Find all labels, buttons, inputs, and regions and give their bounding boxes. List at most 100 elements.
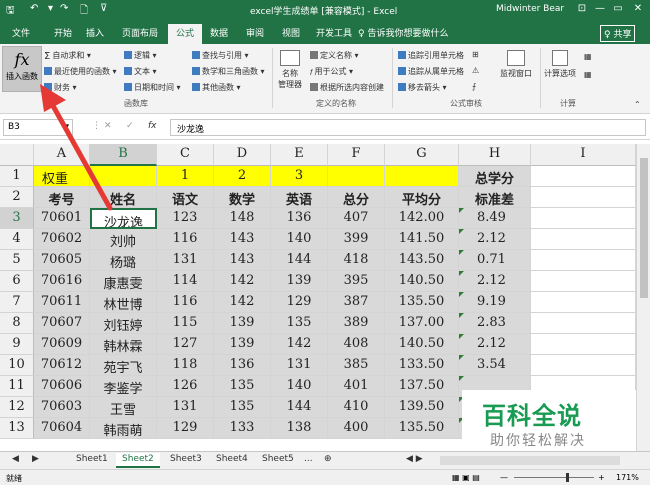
sheet-tab-sheet1[interactable]: Sheet1 <box>70 453 114 468</box>
cell-g12[interactable]: 139.50 <box>385 397 459 418</box>
row-header-6[interactable]: 6 <box>0 271 34 292</box>
remove-arrows-button[interactable]: 移去箭头 ▾ <box>398 82 447 93</box>
cell-h1[interactable]: 总学分 <box>459 166 531 187</box>
cell-e4[interactable]: 140 <box>271 229 328 250</box>
cell-a10[interactable]: 70612 <box>34 355 90 376</box>
cell-g6[interactable]: 140.50 <box>385 271 459 292</box>
cell-f4[interactable]: 399 <box>328 229 385 250</box>
cell-c3[interactable]: 123 <box>157 208 214 229</box>
horizontal-scroll-arrows[interactable]: ◀ ▶ <box>400 453 429 468</box>
cell-c11[interactable]: 126 <box>157 376 214 397</box>
cell-h8[interactable]: 2.83 <box>459 313 531 334</box>
show-formulas-icon[interactable]: ⊞ <box>472 50 479 59</box>
ribbon-display-options-icon[interactable]: ⊡ <box>572 3 592 14</box>
cell-a2[interactable]: 考号 <box>34 187 90 208</box>
cell-g8[interactable]: 137.00 <box>385 313 459 334</box>
cell-a5[interactable]: 70605 <box>34 250 90 271</box>
cell-c2[interactable]: 语文 <box>157 187 214 208</box>
cell-i1[interactable] <box>531 166 636 187</box>
cell-e5[interactable]: 144 <box>271 250 328 271</box>
cell-g3[interactable]: 142.00 <box>385 208 459 229</box>
cell-c12[interactable]: 131 <box>157 397 214 418</box>
cell-e8[interactable]: 135 <box>271 313 328 334</box>
share-button[interactable]: ♀ 共享 <box>600 25 636 42</box>
cell-a13[interactable]: 70604 <box>34 418 90 439</box>
lookup-button[interactable]: 查找与引用 ▾ <box>192 50 249 61</box>
tab-view[interactable]: 视图 <box>282 26 300 39</box>
cell-a11[interactable]: 70606 <box>34 376 90 397</box>
tab-review[interactable]: 审阅 <box>246 26 264 39</box>
cell-g11[interactable]: 137.50 <box>385 376 459 397</box>
zoom-out-button[interactable]: — <box>500 473 508 482</box>
select-all-corner[interactable] <box>0 144 34 166</box>
tab-insert[interactable]: 插入 <box>86 26 104 39</box>
view-buttons[interactable]: ▦ ▣ ▤ <box>452 473 480 482</box>
cell-e10[interactable]: 131 <box>271 355 328 376</box>
row-header-1[interactable]: 1 <box>0 166 34 187</box>
evaluate-formula-icon[interactable]: ⨍ <box>472 82 476 91</box>
cell-i10[interactable] <box>531 355 636 376</box>
cell-c5[interactable]: 131 <box>157 250 214 271</box>
cell-e13[interactable]: 138 <box>271 418 328 439</box>
sheet-prev-button[interactable]: ◀ <box>6 453 25 468</box>
cell-c4[interactable]: 116 <box>157 229 214 250</box>
text-button[interactable]: 文本 ▾ <box>124 66 157 77</box>
undo-dropdown-icon[interactable]: ▾ <box>48 3 53 14</box>
customize-qat-icon[interactable]: ⊽ <box>100 3 107 14</box>
cell-b7[interactable]: 林世博 <box>90 292 157 313</box>
cell-d4[interactable]: 143 <box>214 229 271 250</box>
cell-g13[interactable]: 135.50 <box>385 418 459 439</box>
formula-bar-splitter[interactable]: ⋮ <box>92 121 101 131</box>
zoom-in-button[interactable]: + <box>598 473 605 482</box>
tab-page-layout[interactable]: 页面布局 <box>122 26 158 39</box>
cell-b11[interactable]: 李鉴学 <box>90 376 157 397</box>
save-icon[interactable]: 🖫 <box>6 3 15 20</box>
cell-h7[interactable]: 9.19 <box>459 292 531 313</box>
cell-d11[interactable]: 135 <box>214 376 271 397</box>
calculation-options-button[interactable]: 计算选项 <box>544 50 576 79</box>
cell-d5[interactable]: 143 <box>214 250 271 271</box>
cancel-icon[interactable]: ✕ <box>104 121 112 131</box>
cell-b4[interactable]: 刘帅 <box>90 229 157 250</box>
cell-g9[interactable]: 140.50 <box>385 334 459 355</box>
cell-b12[interactable]: 王雪 <box>90 397 157 418</box>
cell-g2[interactable]: 平均分 <box>385 187 459 208</box>
cell-d10[interactable]: 136 <box>214 355 271 376</box>
watch-window-button[interactable]: 监视窗口 <box>500 50 532 79</box>
cell-f7[interactable]: 387 <box>328 292 385 313</box>
cell-a6[interactable]: 70616 <box>34 271 90 292</box>
row-header-2[interactable]: 2 <box>0 187 34 208</box>
error-checking-icon[interactable]: ⚠ <box>472 66 479 75</box>
tab-home[interactable]: 开始 <box>54 26 72 39</box>
cell-h2[interactable]: 标准差 <box>459 187 531 208</box>
new-file-icon[interactable]: 🗋 <box>80 3 88 20</box>
cell-a1[interactable]: 权重 <box>34 166 90 187</box>
cell-a12[interactable]: 70603 <box>34 397 90 418</box>
user-name[interactable]: Midwinter Bear <box>496 4 564 14</box>
chevron-down-icon[interactable]: ▾ <box>64 122 69 132</box>
column-header-g[interactable]: G <box>385 144 459 166</box>
cell-a4[interactable]: 70602 <box>34 229 90 250</box>
column-header-d[interactable]: D <box>214 144 271 166</box>
cell-i7[interactable] <box>531 292 636 313</box>
cell-f11[interactable]: 401 <box>328 376 385 397</box>
cell-b9[interactable]: 韩林霖 <box>90 334 157 355</box>
insert-function-icon[interactable]: fx <box>148 121 157 131</box>
cell-i2[interactable] <box>531 187 636 208</box>
cell-f2[interactable]: 总分 <box>328 187 385 208</box>
datetime-button[interactable]: 日期和时间 ▾ <box>124 82 181 93</box>
recent-functions-button[interactable]: 最近使用的函数 ▾ <box>44 66 117 77</box>
row-header-8[interactable]: 8 <box>0 313 34 334</box>
cell-e6[interactable]: 139 <box>271 271 328 292</box>
cell-d9[interactable]: 139 <box>214 334 271 355</box>
tab-data[interactable]: 数据 <box>210 26 228 39</box>
cell-d8[interactable]: 139 <box>214 313 271 334</box>
column-header-a[interactable]: A <box>34 144 90 166</box>
logical-button[interactable]: 逻辑 ▾ <box>124 50 157 61</box>
cell-i3[interactable] <box>531 208 636 229</box>
sheet-tab-sheet5[interactable]: Sheet5 <box>256 453 300 468</box>
cell-f8[interactable]: 389 <box>328 313 385 334</box>
cell-i8[interactable] <box>531 313 636 334</box>
cell-c9[interactable]: 127 <box>157 334 214 355</box>
cell-h5[interactable]: 0.71 <box>459 250 531 271</box>
